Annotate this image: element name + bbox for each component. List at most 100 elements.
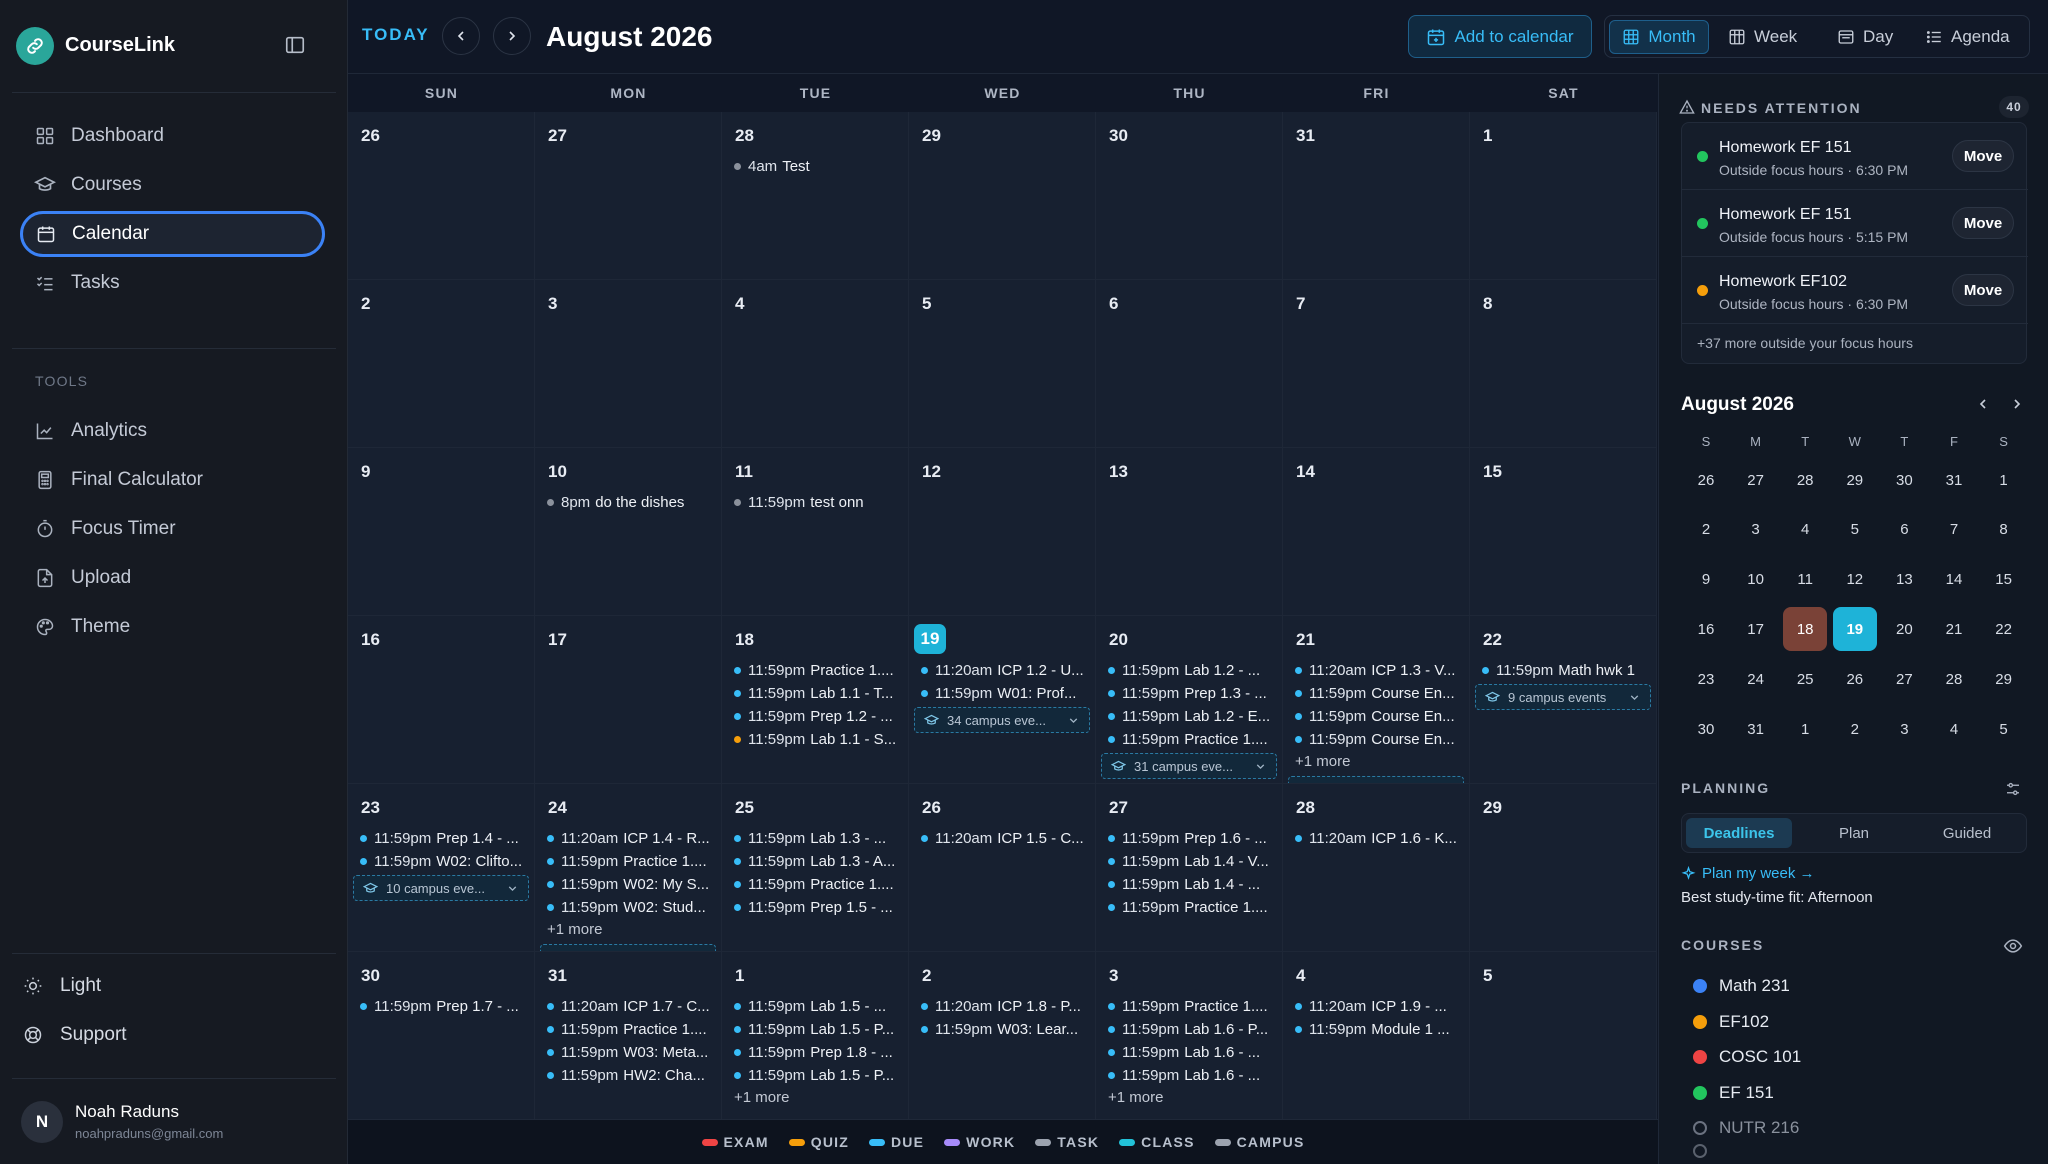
day-number[interactable]: 31 xyxy=(548,966,567,986)
campus-events-dropdown[interactable]: 9 campus events xyxy=(1475,684,1651,710)
mini-day[interactable]: 15 xyxy=(1982,558,2026,602)
theme-toggle-button[interactable]: Light xyxy=(22,975,101,997)
calendar-event[interactable]: 11:59pm Lab 1.4 - ... xyxy=(1108,873,1278,895)
calendar-event[interactable]: 11:59pm Math hwk 1 xyxy=(1482,659,1652,681)
day-cell[interactable]: 1 xyxy=(1470,112,1657,280)
day-cell[interactable]: 2 11:20am ICP 1.8 - P... 11:59pm W03: Lear..… xyxy=(909,952,1096,1120)
mini-day-selected[interactable]: 18 xyxy=(1783,607,1828,652)
day-cell[interactable]: 8 xyxy=(1470,280,1657,448)
day-cell[interactable]: 7 xyxy=(1283,280,1470,448)
mini-day[interactable]: 20 xyxy=(1882,607,1926,651)
day-number[interactable]: 17 xyxy=(548,630,567,650)
day-cell[interactable]: 30 11:59pm Prep 1.7 - ... xyxy=(348,952,535,1120)
day-cell[interactable]: 29 xyxy=(909,112,1096,280)
day-number[interactable]: 30 xyxy=(1109,126,1128,146)
mini-day[interactable]: 22 xyxy=(1982,607,2026,651)
day-number[interactable]: 10 xyxy=(548,462,567,482)
day-cell[interactable]: 6 xyxy=(1096,280,1283,448)
mini-day[interactable]: 31 xyxy=(1932,458,1976,502)
day-cell[interactable]: 21 11:20am ICP 1.3 - V... 11:59pm Course En.… xyxy=(1283,616,1470,784)
day-number[interactable]: 22 xyxy=(1483,630,1502,650)
day-number[interactable]: 8 xyxy=(1483,294,1492,314)
day-number[interactable]: 21 xyxy=(1296,630,1315,650)
day-number[interactable]: 24 xyxy=(548,798,567,818)
day-cell[interactable]: 4 11:20am ICP 1.9 - ... 11:59pm Module 1 ... xyxy=(1283,952,1470,1120)
calendar-event[interactable]: 11:59pm W03: Meta... xyxy=(547,1041,717,1063)
calendar-event[interactable]: 11:59pm Practice 1.... xyxy=(734,659,904,681)
calendar-event[interactable]: 11:59pm test onn xyxy=(734,491,904,513)
today-date-badge[interactable]: 19 xyxy=(914,624,946,654)
mini-day[interactable]: 3 xyxy=(1734,508,1778,552)
support-button[interactable]: Support xyxy=(22,1024,127,1046)
today-button[interactable]: TODAY xyxy=(362,25,430,45)
calendar-event[interactable]: 11:59pm Prep 1.7 - ... xyxy=(360,995,530,1017)
day-cell[interactable]: 20 11:59pm Lab 1.2 - ... 11:59pm Prep 1.3 - … xyxy=(1096,616,1283,784)
calendar-event[interactable]: 11:59pm Lab 1.5 - ... xyxy=(734,995,904,1017)
calendar-event[interactable]: 11:20am ICP 1.5 - C... xyxy=(921,827,1091,849)
calendar-event[interactable]: 11:59pm Prep 1.6 - ... xyxy=(1108,827,1278,849)
course-item[interactable]: EF 151 xyxy=(1693,1083,1774,1103)
mini-day[interactable]: 5 xyxy=(1982,707,2026,751)
mini-day[interactable]: 3 xyxy=(1882,707,1926,751)
mini-day[interactable]: 17 xyxy=(1734,607,1778,651)
mini-day[interactable]: 12 xyxy=(1833,558,1877,602)
mini-day[interactable]: 29 xyxy=(1833,458,1877,502)
mini-day[interactable]: 27 xyxy=(1734,458,1778,502)
day-cell[interactable]: 3 11:59pm Practice 1.... 11:59pm Lab 1.6 - P… xyxy=(1096,952,1283,1120)
day-cell[interactable]: 27 xyxy=(535,112,722,280)
calendar-event[interactable]: 11:59pm Course En... xyxy=(1295,682,1465,704)
day-number[interactable]: 2 xyxy=(922,966,931,986)
calendar-event[interactable]: 11:59pm Lab 1.3 - A... xyxy=(734,850,904,872)
mini-day[interactable]: 26 xyxy=(1833,657,1877,701)
day-cell[interactable]: 4 xyxy=(722,280,909,448)
day-cell[interactable]: 12 xyxy=(909,448,1096,616)
calendar-event[interactable]: 11:59pm HW2: Cha... xyxy=(547,1064,717,1086)
mini-day[interactable]: 25 xyxy=(1783,657,1827,701)
calendar-event[interactable]: 11:59pm Lab 1.5 - P... xyxy=(734,1064,904,1086)
calendar-event[interactable]: 11:59pm Lab 1.1 - S... xyxy=(734,728,904,750)
day-number[interactable]: 4 xyxy=(1296,966,1305,986)
day-number[interactable]: 28 xyxy=(1296,798,1315,818)
sliders-icon[interactable] xyxy=(2004,780,2022,798)
day-number[interactable]: 3 xyxy=(548,294,557,314)
day-number[interactable]: 13 xyxy=(1109,462,1128,482)
mini-day[interactable]: 21 xyxy=(1932,607,1976,651)
attention-item[interactable]: Homework EF 151 Outside focus hours · 5:1… xyxy=(1682,190,2028,257)
mini-day[interactable]: 28 xyxy=(1783,458,1827,502)
nav-calendar[interactable]: Calendar xyxy=(20,211,325,257)
tab-deadlines[interactable]: Deadlines xyxy=(1686,818,1792,848)
day-number[interactable]: 16 xyxy=(361,630,380,650)
calendar-event[interactable]: 11:59pm W02: My S... xyxy=(547,873,717,895)
nav-dashboard[interactable]: Dashboard xyxy=(20,113,325,159)
day-number[interactable]: 26 xyxy=(361,126,380,146)
day-number[interactable]: 6 xyxy=(1109,294,1118,314)
day-cell[interactable]: 14 xyxy=(1283,448,1470,616)
day-number[interactable]: 12 xyxy=(922,462,941,482)
day-cell[interactable]: 23 11:59pm Prep 1.4 - ... 11:59pm W02: Clift… xyxy=(348,784,535,952)
course-item[interactable]: NUTR 216 xyxy=(1693,1118,1799,1138)
calendar-event[interactable]: 11:59pm Prep 1.3 - ... xyxy=(1108,682,1278,704)
day-cell[interactable]: 1 11:59pm Lab 1.5 - ... 11:59pm Lab 1.5 - P.… xyxy=(722,952,909,1120)
mini-day[interactable]: 4 xyxy=(1932,707,1976,751)
day-number[interactable]: 18 xyxy=(735,630,754,650)
move-button[interactable]: Move xyxy=(1952,140,2014,172)
calendar-event[interactable]: 11:59pm Lab 1.6 - ... xyxy=(1108,1064,1278,1086)
more-events-link[interactable]: +1 more xyxy=(547,921,602,938)
day-cell[interactable]: 3 xyxy=(535,280,722,448)
day-number[interactable]: 1 xyxy=(1483,126,1492,146)
calendar-event[interactable]: 11:20am ICP 1.3 - V... xyxy=(1295,659,1465,681)
course-item[interactable]: Math 231 xyxy=(1693,976,1790,996)
day-cell[interactable]: 31 11:20am ICP 1.7 - C... 11:59pm Practice 1… xyxy=(535,952,722,1120)
day-cell[interactable]: 30 xyxy=(1096,112,1283,280)
calendar-event[interactable]: 11:59pm Lab 1.2 - ... xyxy=(1108,659,1278,681)
day-number[interactable]: 31 xyxy=(1296,126,1315,146)
attention-item[interactable]: Homework EF 151 Outside focus hours · 6:3… xyxy=(1682,123,2028,190)
move-button[interactable]: Move xyxy=(1952,207,2014,239)
mini-day[interactable]: 30 xyxy=(1882,458,1926,502)
calendar-event[interactable]: 11:59pm Practice 1.... xyxy=(1108,995,1278,1017)
day-number[interactable]: 7 xyxy=(1296,294,1305,314)
tab-plan[interactable]: Plan xyxy=(1801,818,1907,848)
plan-my-week-link[interactable]: Plan my week → xyxy=(1681,865,1815,882)
campus-events-dropdown[interactable]: 10 campus eve... xyxy=(353,875,529,901)
day-number[interactable]: 5 xyxy=(922,294,931,314)
